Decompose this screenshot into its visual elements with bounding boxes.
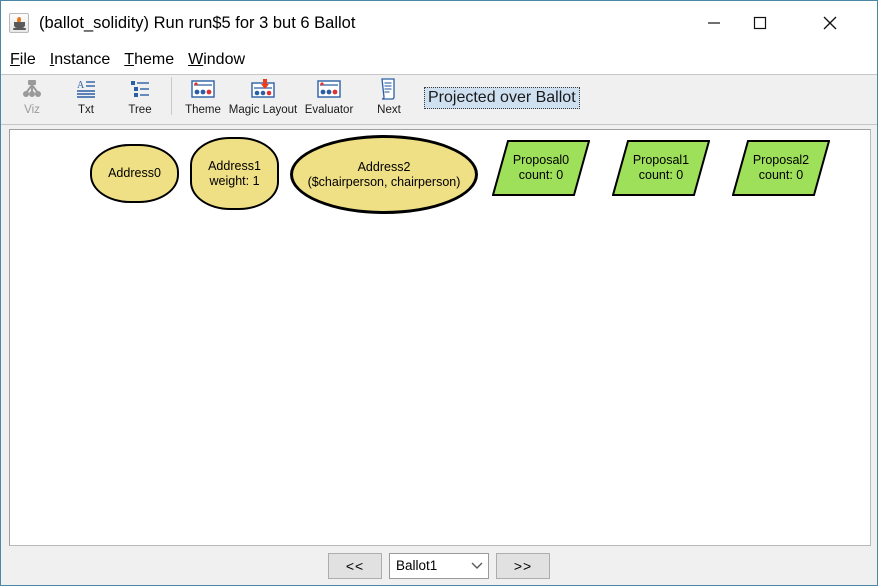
previous-instance-button[interactable]: << bbox=[328, 552, 382, 579]
theme-palette-icon bbox=[190, 78, 216, 100]
address2-node[interactable]: Address2 ($chairperson, chairperson) bbox=[290, 135, 478, 214]
chevron-down-icon[interactable] bbox=[466, 554, 488, 578]
proposal0-node[interactable]: Proposal0 count: 0 bbox=[492, 140, 590, 196]
menu-window-mnemonic: W bbox=[188, 50, 204, 68]
toolbar-button-evaluator[interactable]: Evaluator bbox=[296, 75, 362, 123]
address2-label-line1: Address2 bbox=[357, 159, 411, 174]
close-button[interactable] bbox=[807, 1, 853, 45]
toolbar: Viz A Txt Tree Theme Magic Layout Evalua… bbox=[1, 74, 877, 125]
proposal0-label-line2: count: 0 bbox=[518, 168, 564, 182]
toolbar-button-tree[interactable]: Tree bbox=[113, 75, 167, 123]
toolbar-label-viz: Viz bbox=[24, 104, 40, 116]
maximize-button[interactable] bbox=[737, 1, 783, 45]
minimize-icon bbox=[708, 22, 720, 24]
address0-label-line1: Address0 bbox=[108, 166, 161, 180]
menu-file[interactable]: File bbox=[10, 51, 36, 69]
instance-dropdown[interactable]: Ballot1 bbox=[389, 552, 489, 579]
address1-node[interactable]: Address1 weight: 1 bbox=[190, 137, 279, 210]
proposal1-label-line1: Proposal1 bbox=[632, 153, 690, 167]
viz-graph-icon bbox=[21, 78, 43, 100]
title-bar: (ballot_solidity) Run run$5 for 3 but 6 … bbox=[1, 1, 877, 45]
menu-file-mnemonic: F bbox=[10, 50, 20, 68]
menu-theme[interactable]: Theme bbox=[124, 51, 174, 69]
toolbar-button-txt[interactable]: A Txt bbox=[59, 75, 113, 123]
toolbar-button-magic-layout[interactable]: Magic Layout bbox=[228, 75, 298, 123]
proposal0-label-line1: Proposal0 bbox=[512, 153, 570, 167]
toolbar-button-theme[interactable]: Theme bbox=[176, 75, 230, 123]
proposal2-node[interactable]: Proposal2 count: 0 bbox=[732, 140, 830, 196]
magic-layout-icon bbox=[250, 78, 276, 100]
svg-text:A: A bbox=[77, 80, 85, 91]
menu-window[interactable]: Window bbox=[188, 51, 245, 69]
proposal1-label-line2: count: 0 bbox=[638, 168, 684, 182]
next-document-icon bbox=[379, 78, 399, 100]
graph-canvas[interactable]: Address0 Address1 weight: 1 Address2 ($c… bbox=[9, 129, 871, 546]
toolbar-button-next[interactable]: Next bbox=[362, 75, 416, 123]
toolbar-label-next: Next bbox=[377, 104, 401, 116]
window-title: (ballot_solidity) Run run$5 for 3 but 6 … bbox=[39, 13, 356, 32]
address1-label-line1: Address1 bbox=[208, 158, 261, 173]
toolbar-separator bbox=[171, 77, 172, 115]
address1-label-line2: weight: 1 bbox=[209, 173, 260, 188]
address0-node[interactable]: Address0 bbox=[90, 144, 179, 203]
minimize-button[interactable] bbox=[691, 1, 737, 45]
address2-label-line2: ($chairperson, chairperson) bbox=[307, 174, 461, 189]
application-window: (ballot_solidity) Run run$5 for 3 but 6 … bbox=[0, 0, 878, 586]
maximize-icon bbox=[753, 16, 767, 30]
tree-list-icon bbox=[129, 78, 151, 100]
proposal1-node[interactable]: Proposal1 count: 0 bbox=[612, 140, 710, 196]
menu-theme-label: heme bbox=[134, 50, 175, 68]
menu-bar: File Instance Theme Window bbox=[1, 45, 877, 74]
projection-label[interactable]: Projected over Ballot bbox=[424, 87, 580, 109]
proposal2-label-line1: Proposal2 bbox=[752, 153, 810, 167]
toolbar-label-theme: Theme bbox=[185, 104, 221, 116]
java-coffee-cup-icon bbox=[9, 13, 29, 33]
instance-dropdown-value: Ballot1 bbox=[396, 558, 438, 573]
menu-instance[interactable]: Instance bbox=[50, 51, 111, 69]
menu-instance-label: nstance bbox=[54, 50, 111, 68]
toolbar-label-tree: Tree bbox=[128, 104, 152, 116]
toolbar-label-evaluator: Evaluator bbox=[304, 104, 354, 116]
toolbar-button-viz[interactable]: Viz bbox=[5, 75, 59, 123]
toolbar-label-txt: Txt bbox=[78, 104, 94, 116]
evaluator-icon bbox=[316, 78, 342, 100]
menu-theme-mnemonic: T bbox=[124, 50, 135, 68]
next-instance-button[interactable]: >> bbox=[496, 552, 550, 579]
toolbar-label-magic-layout: Magic Layout bbox=[228, 104, 298, 116]
menu-file-label: ile bbox=[19, 50, 36, 68]
proposal2-label-line2: count: 0 bbox=[758, 168, 804, 182]
menu-window-label: indow bbox=[203, 50, 246, 68]
close-icon bbox=[823, 16, 837, 30]
navigation-bar: << Ballot1 >> bbox=[1, 546, 877, 585]
text-lines-icon: A bbox=[75, 78, 97, 100]
